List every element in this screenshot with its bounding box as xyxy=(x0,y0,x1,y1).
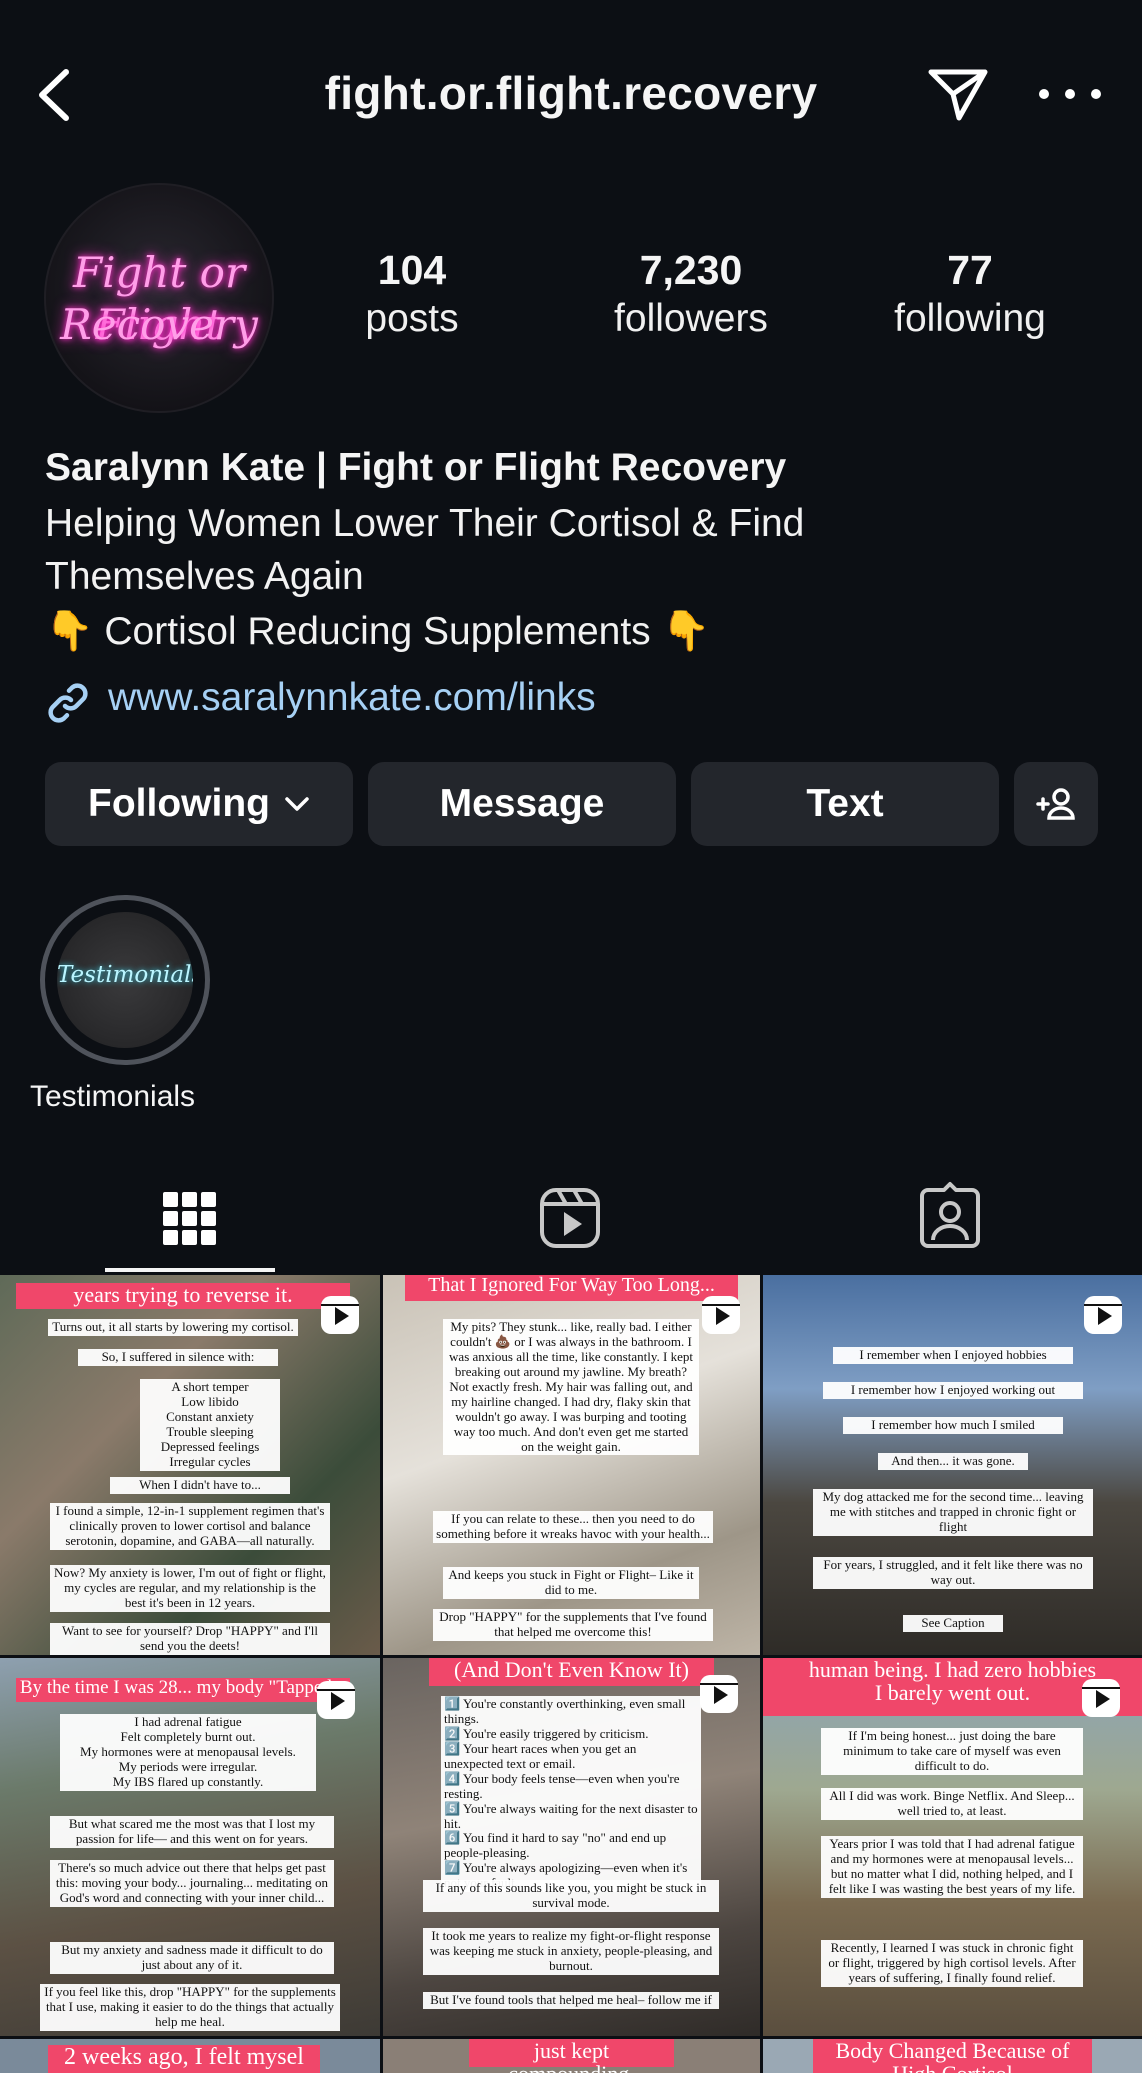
post-tile[interactable]: years trying to reverse it. Turns out, i… xyxy=(0,1275,380,1655)
reel-icon xyxy=(1082,1679,1120,1717)
avatar-logo-text-line-2: Recovery xyxy=(60,300,258,349)
post-tile[interactable]: just kept compounding. xyxy=(383,2039,760,2073)
post-caption: I remember when I enjoyed hobbies xyxy=(833,1347,1073,1364)
post-caption: Turns out, it all starts by lowering my … xyxy=(48,1319,298,1336)
more-options-icon[interactable] xyxy=(1030,82,1110,106)
highlight-testimonials[interactable]: Testimonials xyxy=(40,895,210,1065)
post-banner: By the time I was 28... my body "Tapped … xyxy=(16,1678,350,1702)
post-caption: All I did was work. Binge Netflix. And S… xyxy=(821,1788,1083,1820)
bio-line-3: 👇 Cortisol Reducing Supplements 👇 xyxy=(45,610,711,653)
bio-website-link[interactable]: www.saralynnkate.com/links xyxy=(108,676,596,720)
post-caption: I remember how I enjoyed working out xyxy=(823,1382,1083,1399)
post-caption: Want to see for yourself? Drop "HAPPY" a… xyxy=(50,1623,330,1655)
post-caption: Drop "HAPPY" for the supplements that I'… xyxy=(433,1609,713,1641)
bio-line-2: Themselves Again xyxy=(45,555,364,598)
following-count-value: 77 xyxy=(947,247,993,293)
posts-count-label: posts xyxy=(365,297,459,340)
following-count[interactable]: 77 following xyxy=(850,246,1090,344)
post-caption: If I'm being honest... just doing the ba… xyxy=(821,1728,1083,1775)
post-caption: Now? My anxiety is lower, I'm out of fig… xyxy=(50,1565,330,1612)
post-caption: Recently, I learned I was stuck in chron… xyxy=(821,1940,1083,1987)
posts-count-value: 104 xyxy=(377,247,447,293)
post-banner: years trying to reverse it. xyxy=(16,1283,350,1309)
highlight-cover: Testimonials xyxy=(57,912,193,1048)
reel-icon xyxy=(702,1296,740,1334)
post-caption: If any of this sounds like you, you migh… xyxy=(423,1880,719,1912)
reel-icon xyxy=(321,1296,359,1334)
reel-icon xyxy=(700,1675,738,1713)
post-banner: (And Don't Even Know It) xyxy=(429,1658,714,1686)
post-caption: I found a simple, 12-in-1 supplement reg… xyxy=(50,1503,330,1550)
post-tile[interactable]: That I Ignored For Way Too Long... My pi… xyxy=(383,1275,760,1655)
post-caption: And keeps you stuck in Fight or Flight– … xyxy=(443,1567,699,1599)
post-tile[interactable]: (And Don't Even Know It) 1️⃣ You're cons… xyxy=(383,1658,760,2036)
following-button-label: Following xyxy=(88,782,270,825)
suggested-people-button[interactable] xyxy=(1014,762,1098,846)
followers-count-label: followers xyxy=(614,297,768,340)
post-caption: My pits? They stunk... like, really bad.… xyxy=(443,1319,699,1456)
chevron-down-icon xyxy=(285,797,309,811)
post-tile[interactable]: Body Changed Because of High Cortisol xyxy=(763,2039,1142,2073)
post-banner: 2 weeks ago, I felt mysel xyxy=(48,2044,320,2073)
following-button[interactable]: Following xyxy=(45,762,353,846)
reel-icon xyxy=(1084,1296,1122,1334)
post-tile[interactable]: human being. I had zero hobbies I barely… xyxy=(763,1658,1142,2036)
text-button[interactable]: Text xyxy=(691,762,999,846)
post-caption: 1️⃣ You're constantly overthinking, even… xyxy=(441,1696,701,1893)
post-banner: Body Changed Because of High Cortisol xyxy=(813,2039,1092,2073)
profile-avatar[interactable]: Fight or Flight Recovery xyxy=(44,183,274,413)
highlight-label: Testimonials xyxy=(30,1080,196,1113)
bio-line-1: Helping Women Lower Their Cortisol & Fin… xyxy=(45,502,805,545)
post-caption: But what scared me the most was that I l… xyxy=(50,1816,334,1848)
post-caption: See Caption xyxy=(903,1615,1003,1632)
post-tile[interactable]: 2 weeks ago, I felt mysel xyxy=(0,2039,380,2073)
post-caption: It took me years to realize my fight-or-… xyxy=(423,1928,719,1975)
active-tab-indicator xyxy=(105,1268,275,1272)
reel-icon xyxy=(317,1681,355,1719)
link-icon xyxy=(48,683,88,723)
post-tile[interactable]: By the time I was 28... my body "Tapped … xyxy=(0,1658,380,2036)
post-caption: There's so much advice out there that he… xyxy=(50,1860,334,1907)
tagged-tab-icon[interactable] xyxy=(918,1180,982,1260)
followers-count-value: 7,230 xyxy=(639,247,743,293)
post-caption: For years, I struggled, and it felt like… xyxy=(813,1557,1093,1589)
post-caption: If you can relate to these... then you n… xyxy=(433,1511,713,1543)
top-bar: fight.or.flight.recovery xyxy=(0,0,1142,190)
post-caption: I had adrenal fatigue Felt completely bu… xyxy=(60,1714,316,1791)
post-caption: I remember how much I smiled xyxy=(843,1417,1063,1434)
post-banner: just kept compounding. xyxy=(469,2039,674,2073)
send-message-icon[interactable] xyxy=(925,64,991,124)
post-caption: But I've found tools that helped me heal… xyxy=(423,1992,719,2009)
post-banner: That I Ignored For Way Too Long... xyxy=(405,1275,738,1301)
profile-display-name: Saralynn Kate | Fight or Flight Recovery xyxy=(45,446,787,489)
post-caption: If you feel like this, drop "HAPPY" for … xyxy=(40,1984,340,2031)
post-caption: When I didn't have to... xyxy=(110,1477,290,1494)
add-person-icon xyxy=(1036,788,1075,820)
post-caption: And then... it was gone. xyxy=(878,1453,1028,1470)
posts-grid: years trying to reverse it. Turns out, i… xyxy=(0,1275,1142,2073)
reels-tab-icon[interactable] xyxy=(538,1180,602,1260)
post-caption: My dog attacked me for the second time..… xyxy=(813,1489,1093,1536)
posts-count[interactable]: 104 posts xyxy=(292,246,532,344)
text-button-label: Text xyxy=(806,782,884,825)
post-caption: So, I suffered in silence with: xyxy=(78,1349,278,1366)
message-button[interactable]: Message xyxy=(368,762,676,846)
following-count-label: following xyxy=(894,297,1046,340)
post-tile[interactable]: I remember when I enjoyed hobbies I reme… xyxy=(763,1275,1142,1655)
post-caption: But my anxiety and sadness made it diffi… xyxy=(50,1942,334,1974)
post-caption: A short temper Low libido Constant anxie… xyxy=(140,1379,280,1471)
followers-count[interactable]: 7,230 followers xyxy=(571,246,811,344)
posts-grid-tab-icon[interactable] xyxy=(160,1180,220,1260)
message-button-label: Message xyxy=(439,782,605,825)
highlight-cover-text: Testimonials xyxy=(57,962,193,988)
post-caption: Years prior I was told that I had adrena… xyxy=(821,1836,1083,1898)
